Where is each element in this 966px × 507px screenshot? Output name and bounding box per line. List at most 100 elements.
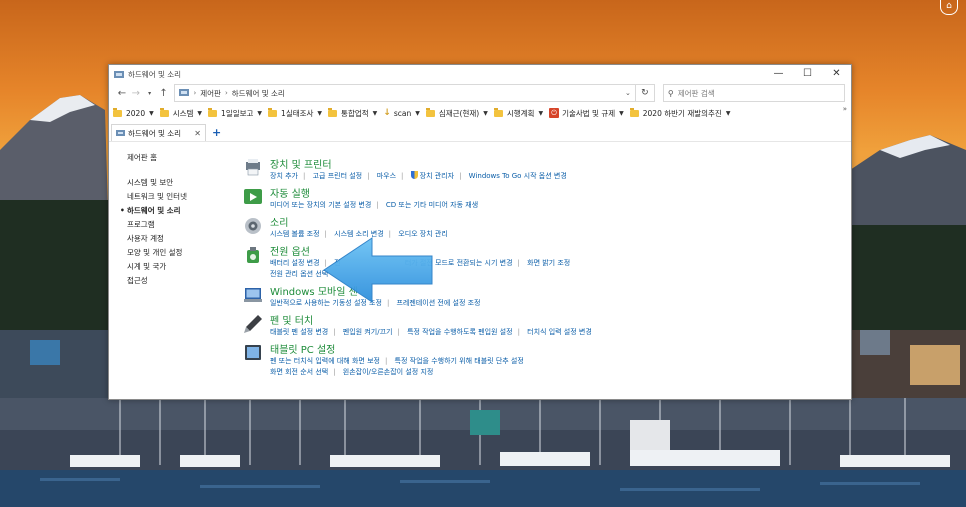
link-volume[interactable]: 시스템 볼륨 조정	[270, 230, 320, 238]
link-pen-settings[interactable]: 태블릿 펜 설정 변경	[270, 328, 328, 336]
tab-strip: 하드웨어 및 소리 ✕ +	[109, 123, 851, 142]
folder-icon	[328, 107, 338, 117]
category-title[interactable]: 펜 및 터치	[270, 312, 313, 327]
close-icon[interactable]: ✕	[194, 129, 201, 138]
bookmark-label: 심재근(현재)	[438, 108, 480, 118]
link-media-defaults[interactable]: 미디어 또는 장치의 기본 설정 변경	[270, 201, 371, 209]
sidebar-item-user-accounts[interactable]: 사용자 계정	[127, 232, 237, 246]
link-screen-brightness[interactable]: 화면 밝기 조정	[527, 259, 570, 267]
add-tab-button[interactable]: +	[212, 124, 221, 141]
tab-hardware-sound[interactable]: 하드웨어 및 소리 ✕	[111, 124, 206, 141]
dropdown-arrow-icon: ▼	[619, 109, 624, 117]
dropdown-arrow-icon: ▼	[149, 109, 154, 117]
link-mouse[interactable]: 마우스	[377, 172, 396, 180]
link-rotation-order[interactable]: 화면 회전 순서 선택	[270, 368, 328, 376]
link-touch-input[interactable]: 터치식 입력 설정 변경	[527, 328, 592, 336]
refresh-button[interactable]: ↻	[635, 84, 655, 102]
category-links: 전원 관리 옵션 선택	[270, 269, 328, 279]
bookmark-simjaegeun[interactable]: 심재근(현재) ▼	[425, 107, 488, 119]
category-title[interactable]: 전원 옵션	[270, 243, 310, 258]
download-icon: ↓	[383, 108, 391, 118]
sidebar-item-programs[interactable]: 프로그램	[127, 218, 237, 232]
search-icon: ⚲	[667, 88, 674, 98]
link-windows-to-go[interactable]: Windows To Go 시작 옵션 변경	[469, 172, 567, 180]
dropdown-arrow-icon: ▼	[538, 109, 544, 117]
link-choose-power-plan[interactable]: 전원 관리 옵션 선택	[270, 270, 328, 278]
bookmark-label: 통합업적	[341, 108, 369, 118]
category-title[interactable]: 장치 및 프린터	[270, 156, 332, 171]
search-input[interactable]: ⚲ 제어판 검색	[662, 84, 845, 102]
dropdown-arrow-icon: ▼	[725, 109, 731, 117]
sidebar-item-appearance[interactable]: 모양 및 개인 설정	[127, 246, 237, 260]
minimize-button[interactable]: —	[764, 65, 793, 83]
category-links: 화면 회전 순서 선택 | 왼손잡이/오른손잡이 설정 지정	[270, 368, 434, 376]
sidebar-item-system-security[interactable]: 시스템 및 보안	[127, 176, 237, 190]
category-title[interactable]: 태블릿 PC 설정	[270, 341, 335, 356]
link-battery-settings[interactable]: 배터리 설정 변경	[270, 259, 320, 267]
folder-icon	[493, 107, 503, 117]
link-tablet-buttons[interactable]: 특정 작업을 수행하기 위해 태블릿 단추 설정	[395, 357, 524, 365]
sidebar: 제어판 홈 시스템 및 보안 네트워크 및 인터넷 하드웨어 및 소리 프로그램…	[120, 152, 237, 288]
folder-icon	[208, 107, 218, 117]
sidebar-item-clock-region[interactable]: 시계 및 국가	[127, 260, 237, 274]
link-flicks-toggle[interactable]: 펜입원 켜기/끄기	[343, 328, 393, 336]
breadcrumb-control-panel[interactable]: 제어판	[196, 88, 225, 99]
bookmark-system[interactable]: 시스템 ▼	[159, 107, 202, 119]
tab-label: 하드웨어 및 소리	[128, 128, 182, 138]
back-arrow-icon[interactable]: ←	[115, 88, 129, 99]
tablet-icon	[245, 345, 261, 360]
category-devices-printers: 장치 및 프린터 장치 추가 | 고급 프린터 설정 | 마우스 | 장치 관리자 | …	[243, 156, 843, 185]
bookmark-2020-h2[interactable]: 2020 하반기 재발의추진 ▼	[629, 107, 731, 119]
sidebar-item-network[interactable]: 네트워크 및 인터넷	[127, 190, 237, 204]
bookmark-label: 기술사법 및 규제	[562, 108, 616, 118]
corner-widget-icon[interactable]: ⌂	[940, 0, 958, 15]
link-add-device[interactable]: 장치 추가	[270, 172, 298, 180]
close-button[interactable]: ✕	[822, 65, 851, 83]
link-cd-autoplay[interactable]: CD 또는 기타 미디어 자동 재생	[386, 201, 478, 209]
bookmark-label: 시스템	[172, 108, 194, 118]
maximize-button[interactable]: ☐	[793, 65, 822, 83]
link-flicks-setup[interactable]: 특정 작업을 수행하도록 펜입원 설정	[407, 328, 513, 336]
bookmark-plan[interactable]: 시행계획 ▼	[493, 107, 544, 119]
printer-icon	[246, 159, 260, 176]
forward-arrow-icon[interactable]: →	[129, 88, 143, 99]
breadcrumb-hardware-sound[interactable]: 하드웨어 및 소리	[228, 88, 289, 99]
control-panel-icon	[116, 130, 125, 136]
bookmark-label: 2020	[126, 108, 146, 118]
window-title: 하드웨어 및 소리	[128, 69, 182, 79]
chevron-down-icon[interactable]: ⌄	[621, 89, 635, 97]
bookmark-label: 시행계획	[506, 108, 535, 118]
title-bar[interactable]: 하드웨어 및 소리 — ☐ ✕	[109, 65, 851, 83]
bookmark-daily-report[interactable]: 1일일보고 ▼	[208, 107, 262, 119]
bookmarks-overflow-button[interactable]: »	[843, 105, 847, 113]
category-title[interactable]: 소리	[270, 214, 288, 229]
recent-locations-icon[interactable]: ▾	[143, 90, 157, 97]
dropdown-arrow-icon: ▼	[415, 109, 420, 117]
link-handedness[interactable]: 왼손잡이/오른손잡이 설정 지정	[343, 368, 434, 376]
up-arrow-icon[interactable]: ↑	[157, 88, 171, 99]
bookmark-label: 1실태조사	[281, 108, 314, 118]
bookmark-survey[interactable]: 1실태조사 ▼	[268, 107, 322, 119]
category-title[interactable]: 자동 실행	[270, 185, 310, 200]
category-links: 펜 또는 터치식 입력에 대해 화면 보정 | 특정 작업을 수행하기 위해 태블…	[270, 357, 524, 365]
content-area: 제어판 홈 시스템 및 보안 네트워크 및 인터넷 하드웨어 및 소리 프로그램…	[109, 142, 851, 378]
sidebar-item-home[interactable]: 제어판 홈	[127, 152, 237, 163]
bookmark-label: scan	[393, 108, 412, 118]
bookmark-law[interactable]: ⏻ 기술사법 및 규제 ▼	[549, 108, 624, 119]
bookmark-scan[interactable]: ↓ scan ▼	[383, 108, 420, 118]
sidebar-item-hardware-sound[interactable]: 하드웨어 및 소리	[120, 204, 237, 218]
category-tablet-settings: 태블릿 PC 설정 펜 또는 터치식 입력에 대해 화면 보정 | 특정 작업을 …	[243, 341, 843, 381]
folder-icon	[113, 107, 122, 117]
bookmark-label: 2020 하반기 재발의추진	[642, 108, 722, 118]
link-device-manager[interactable]: 장치 관리자	[420, 172, 454, 180]
bookmark-integrated[interactable]: 통합업적 ▼	[328, 107, 377, 119]
address-box[interactable]: › 제어판 › 하드웨어 및 소리 ⌄	[174, 84, 636, 102]
category-links: 미디어 또는 장치의 기본 설정 변경 | CD 또는 기타 미디어 자동 재생	[270, 201, 479, 209]
address-bar: ← → ▾ ↑ › 제어판 › 하드웨어 및 소리 ⌄ ↻ ⚲ 제어판 검색	[109, 83, 851, 103]
pen-icon	[244, 315, 262, 333]
link-calibrate-screen[interactable]: 펜 또는 터치식 입력에 대해 화면 보정	[270, 357, 380, 365]
sidebar-item-accessibility[interactable]: 접근성	[127, 274, 237, 288]
link-advanced-printer[interactable]: 고급 프린터 설정	[313, 172, 363, 180]
bookmark-2020[interactable]: 2020 ▼	[113, 107, 154, 118]
search-placeholder: 제어판 검색	[677, 88, 715, 98]
